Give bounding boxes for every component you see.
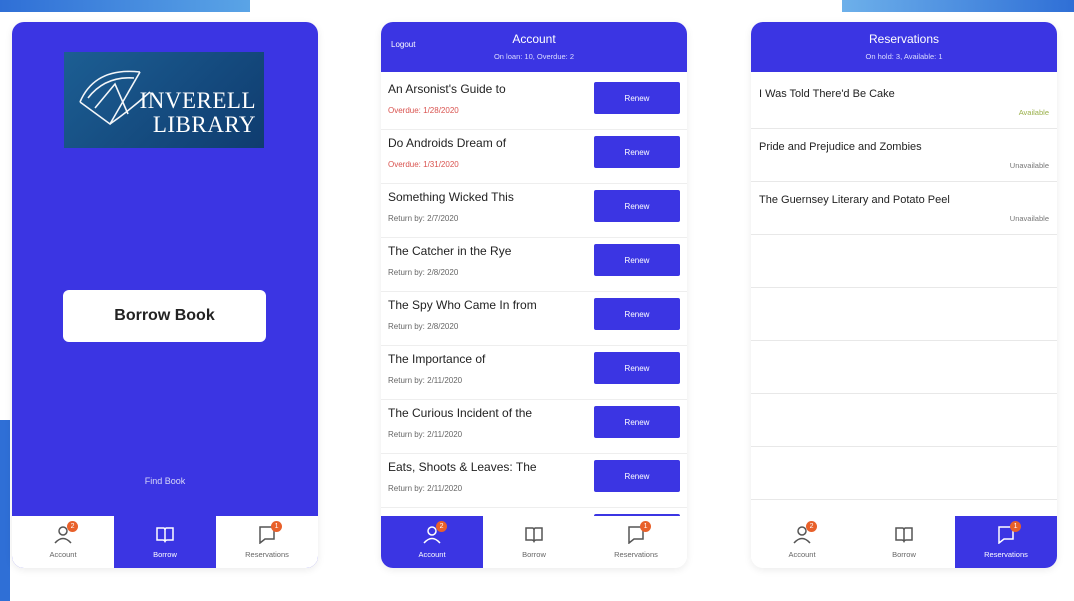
loan-title: The Spy Who Came In from	[388, 298, 537, 312]
logo-text-line1: INVERELL	[139, 88, 256, 113]
loan-due-date: Return by: 2/11/2020	[388, 430, 463, 439]
phone-screen-borrow: INVERELL LIBRARY Borrow Book Find Book 2…	[12, 22, 318, 568]
loan-row: An Arsonist's Guide to Overdue: 1/28/2020…	[381, 76, 687, 130]
tab-bar: 2 Account Borrow 1 Reservations	[12, 516, 318, 568]
book-icon	[895, 527, 913, 543]
tab-account[interactable]: 2 Account	[751, 516, 853, 568]
renew-button[interactable]: Renew	[594, 406, 680, 438]
loan-list: An Arsonist's Guide to Overdue: 1/28/2020…	[381, 76, 687, 516]
tab-account[interactable]: 2 Account	[381, 516, 483, 568]
tab-label-reservations: Reservations	[984, 550, 1028, 559]
loan-due-date: Overdue: 1/31/2020	[388, 160, 459, 169]
loan-summary: On loan: 10, Overdue: 2	[493, 52, 575, 61]
tab-label-reservations: Reservations	[614, 550, 658, 559]
page-title: Account	[512, 32, 556, 46]
background-decoration-edge	[0, 420, 10, 601]
loan-title: The Importance of	[388, 352, 486, 366]
reservation-row: The Guernsey Literary and Potato Peel Una…	[751, 182, 1057, 235]
logo-text-line2: LIBRARY	[152, 112, 256, 137]
reservation-row	[751, 235, 1057, 288]
loan-row: The Spy Who Came In from Return by: 2/8/2…	[381, 292, 687, 346]
reservation-row: Pride and Prejudice and Zombies Unavailab…	[751, 129, 1057, 182]
reservations-badge: 1	[271, 521, 283, 532]
reservation-status: Available	[1018, 108, 1049, 117]
account-badge: 2	[806, 521, 818, 532]
tab-bar: 2 Account Borrow 1 Reservations	[381, 516, 687, 568]
renew-button[interactable]: Renew	[594, 244, 680, 276]
loan-row: The Catcher in the Rye Return by: 2/8/202…	[381, 238, 687, 292]
renew-button[interactable]: Renew	[594, 460, 680, 492]
loan-row: I Shall Wear MidnightReturn by: 2/11/202…	[381, 508, 687, 516]
loan-due-date: Return by: 2/7/2020	[388, 214, 459, 223]
background-decoration-left	[0, 0, 250, 12]
account-header: Logout Account On loan: 10, Overdue: 2	[381, 22, 687, 72]
tab-account[interactable]: 2 Account	[12, 516, 114, 568]
renew-button[interactable]: Renew	[594, 298, 680, 330]
reservation-row	[751, 341, 1057, 394]
borrow-book-button[interactable]: Borrow Book	[63, 290, 266, 342]
reservations-badge: 1	[640, 521, 652, 532]
loan-due-date: Return by: 2/8/2020	[388, 322, 459, 331]
reservation-row	[751, 394, 1057, 447]
library-logo: INVERELL LIBRARY	[64, 52, 264, 148]
book-icon	[156, 527, 174, 543]
loan-due-date: Return by: 2/8/2020	[388, 268, 459, 277]
account-badge: 2	[67, 521, 79, 532]
tab-label-borrow: Borrow	[522, 550, 546, 559]
reservation-row	[751, 288, 1057, 341]
tab-borrow[interactable]: Borrow	[483, 516, 585, 568]
reservation-row: I Was Told There'd Be Cake Available	[751, 76, 1057, 129]
reservation-status: Unavailable	[1009, 214, 1049, 223]
reservation-title: Pride and Prejudice and Zombies	[759, 141, 922, 153]
reservation-row	[751, 447, 1057, 500]
tab-label-account: Account	[49, 550, 77, 559]
background-decoration-right	[842, 0, 1074, 12]
loan-row: The Curious Incident of the Return by: 2/…	[381, 400, 687, 454]
loan-row: Eats, Shoots & Leaves: The Return by: 2/1…	[381, 454, 687, 508]
loan-row: The Importance of Return by: 2/11/2020 Ren…	[381, 346, 687, 400]
phone-screen-account: Logout Account On loan: 10, Overdue: 2 A…	[381, 22, 687, 568]
reservations-header: Reservations On hold: 3, Available: 1	[751, 22, 1057, 72]
loan-title: Do Androids Dream of	[388, 136, 507, 150]
reservation-summary: On hold: 3, Available: 1	[865, 52, 943, 61]
renew-button[interactable]: Renew	[594, 136, 680, 168]
loan-due-date: Return by: 2/11/2020	[388, 376, 463, 385]
find-book-link[interactable]: Find Book	[12, 476, 318, 486]
renew-button[interactable]: Renew	[594, 82, 680, 114]
tab-label-borrow: Borrow	[892, 550, 916, 559]
loan-row: Do Androids Dream of Overdue: 1/31/2020 Re…	[381, 130, 687, 184]
reservation-status: Unavailable	[1009, 161, 1049, 170]
page-title: Reservations	[868, 32, 940, 46]
phone-screen-reservations: Reservations On hold: 3, Available: 1 I …	[751, 22, 1057, 568]
tab-reservations[interactable]: 1 Reservations	[955, 516, 1057, 568]
loan-title: An Arsonist's Guide to	[388, 82, 506, 96]
tab-label-account: Account	[788, 550, 816, 559]
reservation-title: The Guernsey Literary and Potato Peel	[759, 194, 950, 206]
tab-reservations[interactable]: 1 Reservations	[585, 516, 687, 568]
loan-title: Something Wicked This	[388, 190, 514, 204]
tab-label-account: Account	[418, 550, 446, 559]
tab-borrow[interactable]: Borrow	[114, 516, 216, 568]
renew-button[interactable]: Renew	[594, 190, 680, 222]
book-icon	[525, 527, 543, 543]
tab-label-borrow: Borrow	[153, 550, 177, 559]
tab-bar: 2 Account Borrow 1 Reservations	[751, 516, 1057, 568]
reservations-badge: 1	[1010, 521, 1022, 532]
loan-row: Something Wicked This Return by: 2/7/2020…	[381, 184, 687, 238]
renew-button[interactable]: Renew	[594, 352, 680, 384]
account-badge: 2	[436, 521, 448, 532]
tab-label-reservations: Reservations	[245, 550, 289, 559]
loan-due-date: Return by: 2/11/2020	[388, 484, 463, 493]
loan-due-date: Overdue: 1/28/2020	[388, 106, 459, 115]
reservation-list: I Was Told There'd Be Cake Available Pride…	[751, 76, 1057, 516]
loan-title: The Curious Incident of the	[388, 406, 533, 420]
tab-borrow[interactable]: Borrow	[853, 516, 955, 568]
reservation-title: I Was Told There'd Be Cake	[759, 88, 895, 100]
loan-title: Eats, Shoots & Leaves: The	[388, 460, 537, 474]
loan-title: The Catcher in the Rye	[388, 244, 512, 258]
tab-reservations[interactable]: 1 Reservations	[216, 516, 318, 568]
